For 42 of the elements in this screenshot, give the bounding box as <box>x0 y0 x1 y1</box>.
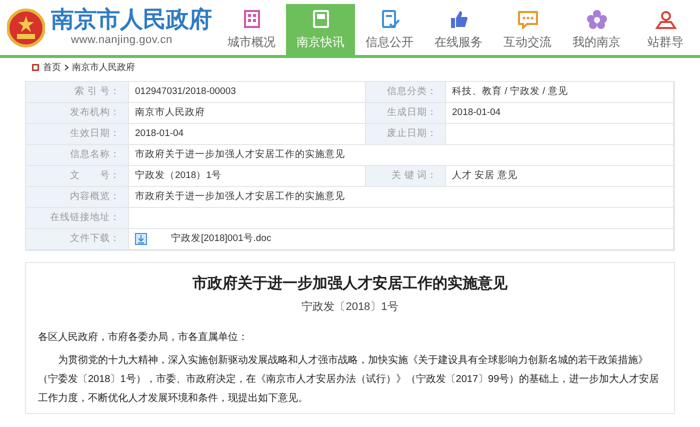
field-value: 012947031/2018-00003 <box>135 84 236 99</box>
field-value: 市政府关于进一步加强人才安居工作的实施意见 <box>135 190 345 204</box>
nav-tab[interactable]: 站群导 <box>631 4 700 55</box>
site-title: 南京市人民政府 <box>51 6 212 32</box>
field-label: 文 号： <box>70 168 120 183</box>
nav-tab[interactable]: 城市概况 <box>217 4 286 55</box>
field-label: 生效日期： <box>70 126 120 141</box>
article-paragraph: 为贯彻党的十九大精神，深入实施创新驱动发展战略和人才强市战略，加快实施《关于建设具有全球影响力创新名城的若干政策措施》（宁委发〔2018〕1号），市委、市政府决定，在《南京市人才安居办法（试行）》（宁政发〔2017〕99号）的基础上，进一步加大人才安居工作力度，不断优化人才发展环境和条件，现提出如下意见。 <box>38 354 660 406</box>
field-label: 信息分类： <box>387 84 437 99</box>
field-value: 2018-01-04 <box>135 126 184 141</box>
nav-tab[interactable]: 在线服务 <box>424 4 493 55</box>
file-download-link[interactable]: 宁政发[2018]001号.doc <box>171 232 272 246</box>
breadcrumb-link[interactable]: 南京市人民政府 <box>72 60 135 74</box>
breadcrumb-link[interactable]: 首页 <box>43 60 61 74</box>
document-number: 宁政发〔2018〕1号 <box>300 300 400 315</box>
field-value: 市政府关于进一步加强人才安居工作的实施意见 <box>135 148 345 162</box>
field-label: 内容概览： <box>70 190 120 204</box>
nav-tab[interactable]: 信息公开 <box>355 4 424 55</box>
speech-bubble-icon <box>516 8 538 28</box>
field-label: 文件下载： <box>70 232 120 246</box>
emblem-logo <box>7 8 45 48</box>
article-title: 市政府关于进一步加强人才安居工作的实施意见 <box>192 274 508 294</box>
field-label: 发布机构： <box>70 106 120 120</box>
map-pin-icon <box>654 8 676 28</box>
site-url: www.nanjing.gov.cn <box>70 33 174 48</box>
article-paragraph: 各区人民政府，市府各委办局，市各直属单位： <box>38 330 249 344</box>
square-bullet-icon <box>32 64 39 71</box>
field-label: 索 引 号： <box>74 84 120 99</box>
field-label: 信息名称： <box>70 148 120 162</box>
field-value: 科技、教育 / 宁政发 / 意见 <box>452 84 568 99</box>
download-icon[interactable] <box>135 233 147 245</box>
field-label: 废止日期： <box>387 126 437 141</box>
field-value: 宁政发（2018）1号 <box>135 168 222 183</box>
nav-tab[interactable]: 我的南京 <box>562 4 631 55</box>
field-value: 2018-01-04 <box>452 106 501 120</box>
field-label: 关 键 词： <box>392 168 437 183</box>
field-value: 人才 安居 意见 <box>452 168 518 183</box>
nav-tab[interactable]: 互动交流 <box>493 4 562 55</box>
field-value: 南京市人民政府 <box>135 106 205 120</box>
flower-icon <box>586 8 608 28</box>
field-label: 生成日期： <box>387 106 437 120</box>
field-label: 在线链接地址： <box>50 210 120 225</box>
